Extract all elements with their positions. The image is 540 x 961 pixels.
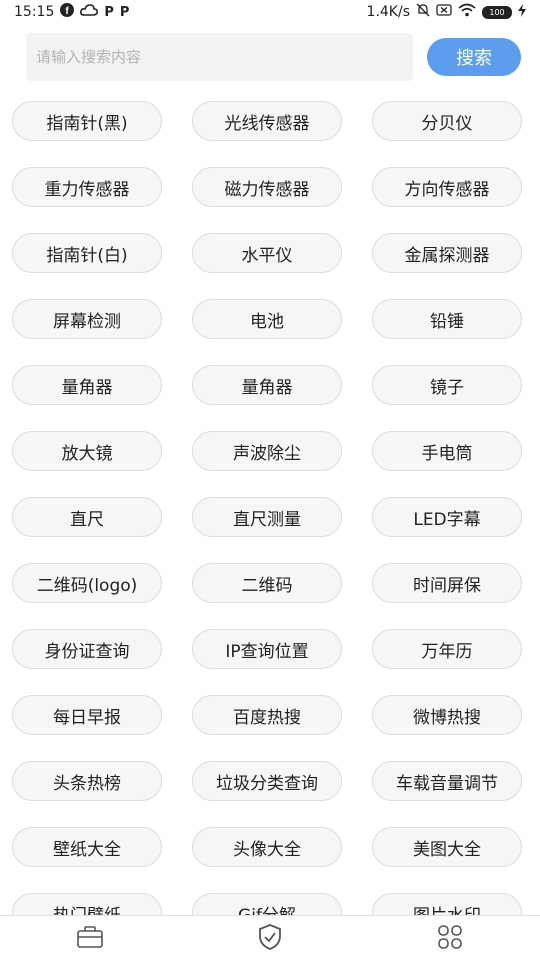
tool-button[interactable]: 水平仪 [192, 233, 342, 273]
nav-apps[interactable] [420, 919, 480, 959]
shield-check-icon [257, 923, 283, 955]
facebook-icon: f [60, 3, 75, 21]
tool-button[interactable]: Gif分解 [192, 893, 342, 915]
tool-button[interactable]: 铅锤 [372, 299, 522, 339]
tool-button[interactable]: 指南针(白) [12, 233, 162, 273]
tool-button[interactable]: LED字幕 [372, 497, 522, 537]
tool-button[interactable]: 金属探测器 [372, 233, 522, 273]
tool-button[interactable]: 车载音量调节 [372, 761, 522, 801]
tool-button[interactable]: 时间屏保 [372, 563, 522, 603]
tool-button[interactable]: 电池 [192, 299, 342, 339]
tool-grid-inner: 指南针(黑) 光线传感器 分贝仪重力传感器 磁力传感器 方向传感器指南针(白) 水平仪 金属… [12, 101, 522, 915]
nav-tools[interactable] [60, 919, 120, 959]
tool-button[interactable]: IP查询位置 [192, 629, 342, 669]
notification-p-icon: P [119, 4, 130, 20]
tool-button[interactable]: 量角器 [12, 365, 162, 405]
search-input[interactable] [26, 33, 413, 81]
tool-button[interactable]: 手电筒 [372, 431, 522, 471]
tool-button[interactable]: 头像大全 [192, 827, 342, 867]
grid-icon [437, 924, 463, 954]
nav-security[interactable] [240, 919, 300, 959]
tool-button[interactable]: 微博热搜 [372, 695, 522, 735]
tool-button[interactable]: 重力传感器 [12, 167, 162, 207]
tool-button[interactable]: 壁纸大全 [12, 827, 162, 867]
tool-button[interactable]: 光线传感器 [192, 101, 342, 141]
tool-button[interactable]: 身份证查询 [12, 629, 162, 669]
tool-button[interactable]: 镜子 [372, 365, 522, 405]
search-button[interactable]: 搜索 [427, 38, 521, 76]
bottom-nav [0, 915, 540, 961]
tool-button[interactable]: 二维码 [192, 563, 342, 603]
tool-button[interactable]: 热门壁纸 [12, 893, 162, 915]
tool-button[interactable]: 方向传感器 [372, 167, 522, 207]
wifi-icon [458, 3, 476, 21]
tool-button[interactable]: 百度热搜 [192, 695, 342, 735]
tool-button[interactable]: 直尺 [12, 497, 162, 537]
cloud-icon [80, 4, 99, 20]
sim-off-icon [436, 4, 452, 20]
status-left: 15:15 f P P [14, 3, 129, 21]
bell-off-icon [416, 3, 430, 21]
tool-button[interactable]: 二维码(logo) [12, 563, 162, 603]
tool-button[interactable]: 图片水印 [372, 893, 522, 915]
status-time: 15:15 [14, 4, 55, 20]
search-row: 搜索 [26, 33, 522, 81]
tool-button[interactable]: 放大镜 [12, 431, 162, 471]
tool-button[interactable]: 声波除尘 [192, 431, 342, 471]
tool-grid: 指南针(黑) 光线传感器 分贝仪重力传感器 磁力传感器 方向传感器指南针(白) 水平仪 金属… [12, 101, 522, 915]
charging-icon [518, 3, 526, 21]
tool-button[interactable]: 分贝仪 [372, 101, 522, 141]
tool-button[interactable]: 屏幕检测 [12, 299, 162, 339]
toolbox-icon [76, 925, 104, 953]
tool-button[interactable]: 头条热榜 [12, 761, 162, 801]
tool-button[interactable]: 量角器 [192, 365, 342, 405]
tool-button[interactable]: 美图大全 [372, 827, 522, 867]
status-right: 1.4K/s 100 [367, 3, 526, 21]
tool-button[interactable]: 每日早报 [12, 695, 162, 735]
notification-p-icon: P [104, 4, 114, 20]
tool-button[interactable]: 直尺测量 [192, 497, 342, 537]
tool-button[interactable]: 万年历 [372, 629, 522, 669]
battery-icon: 100 [482, 5, 512, 19]
network-speed: 1.4K/s [366, 4, 410, 20]
status-bar: 15:15 f P P 1.4K/s 100 [0, 0, 540, 24]
tool-button[interactable]: 指南针(黑) [12, 101, 162, 141]
tool-button[interactable]: 垃圾分类查询 [192, 761, 342, 801]
tool-button[interactable]: 磁力传感器 [192, 167, 342, 207]
